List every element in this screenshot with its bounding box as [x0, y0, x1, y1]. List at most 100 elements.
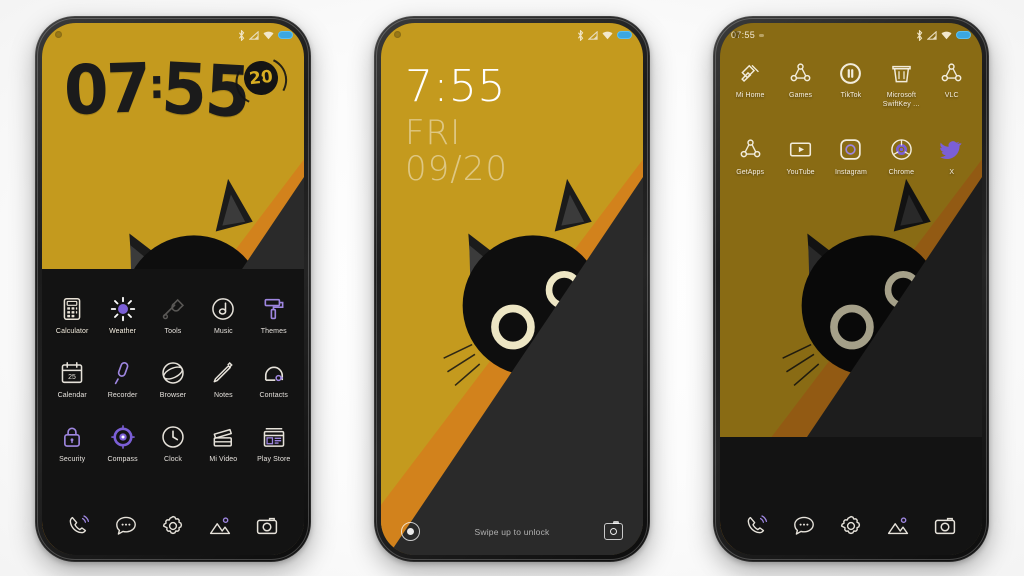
- camera-icon[interactable]: [254, 513, 280, 539]
- youtube-play-icon: [787, 136, 815, 164]
- app-label: VLC: [944, 92, 959, 99]
- settings-gear-icon[interactable]: [160, 513, 186, 539]
- lock-date: 09/20: [405, 149, 508, 190]
- pencil-icon: [209, 359, 237, 387]
- status-bar: [42, 23, 304, 47]
- app-recorder[interactable]: Recorder: [99, 359, 147, 401]
- app-label: Notes: [213, 391, 233, 399]
- app-label: Microsoft SwiftKey …: [882, 92, 920, 108]
- keyboard-basket-icon: [887, 59, 915, 87]
- app-games[interactable]: Games: [777, 59, 825, 110]
- status-bar: 07:55: [720, 23, 982, 47]
- lock-time: 7:55: [405, 61, 506, 112]
- front-camera-punch-hole: [55, 31, 62, 38]
- screen-home[interactable]: 07:55 20 Calculator Weather Tools Music …: [42, 23, 304, 555]
- vlc-cone-icon: [938, 59, 966, 87]
- music-note-circle-icon: [209, 295, 237, 323]
- app-play-store[interactable]: Play Store: [250, 423, 298, 465]
- weather-sun-icon: [109, 295, 137, 323]
- app-label: Browser: [159, 391, 187, 399]
- app-mi-video[interactable]: Mi Video: [199, 423, 247, 465]
- app-notes[interactable]: Notes: [199, 359, 247, 401]
- scene: 25: [0, 0, 1024, 576]
- app-label: GetApps: [736, 168, 765, 176]
- app-calculator[interactable]: Calculator: [48, 295, 96, 337]
- screen-lock[interactable]: 7:55 FRI 09/20 Swipe up to unlock: [381, 23, 643, 555]
- app-getapps[interactable]: GetApps: [726, 136, 774, 178]
- app-label: TikTok: [840, 92, 862, 99]
- app-label: X: [949, 168, 955, 176]
- app-label: YouTube: [786, 168, 815, 176]
- drawer-row-1: Mi Home Games TikTok Microsoft SwiftKey …: [720, 59, 982, 110]
- contacts-icon: [260, 359, 288, 387]
- signal-icon: [927, 30, 937, 40]
- screen-app-drawer[interactable]: 07:55 Mi Home Games TikTok Microsoft Swi…: [720, 23, 982, 555]
- bluetooth-icon: [916, 29, 923, 41]
- app-x[interactable]: X: [928, 136, 976, 178]
- app-youtube[interactable]: YouTube: [777, 136, 825, 178]
- microphone-icon: [109, 359, 137, 387]
- app-microsoft-swiftkey[interactable]: Microsoft SwiftKey …: [877, 59, 925, 110]
- app-browser[interactable]: Browser: [149, 359, 197, 401]
- clapperboard-icon: [209, 423, 237, 451]
- settings-gear-icon[interactable]: [838, 513, 864, 539]
- app-security[interactable]: Security: [48, 423, 96, 465]
- app-calendar[interactable]: Calendar: [48, 359, 96, 401]
- app-tools[interactable]: Tools: [149, 295, 197, 337]
- app-instagram[interactable]: Instagram: [827, 136, 875, 178]
- battery-icon: [956, 31, 971, 39]
- phone-home-screen: 07:55 20 Calculator Weather Tools Music …: [35, 16, 311, 562]
- app-row-3: Security Compass Clock Mi Video Play Sto…: [42, 423, 304, 465]
- gallery-icon[interactable]: [207, 513, 233, 539]
- gallery-icon[interactable]: [885, 513, 911, 539]
- drawer-app-grid: Mi Home Games TikTok Microsoft SwiftKey …: [720, 59, 982, 191]
- bluetooth-icon: [577, 29, 584, 41]
- app-weather[interactable]: Weather: [99, 295, 147, 337]
- app-label: Calculator: [55, 328, 89, 335]
- messages-icon[interactable]: [791, 513, 817, 539]
- drawer-dock: [720, 513, 982, 539]
- unlock-hint: Swipe up to unlock: [474, 526, 550, 537]
- front-camera-punch-hole: [394, 31, 401, 38]
- app-label: Recorder: [107, 391, 138, 399]
- camera-icon[interactable]: [932, 513, 958, 539]
- lock-date-block: FRI 09/20: [405, 115, 508, 188]
- app-clock[interactable]: Clock: [149, 423, 197, 465]
- status-bar: [381, 23, 643, 47]
- chrome-icon: [887, 136, 915, 164]
- wifi-icon: [263, 31, 274, 40]
- clock-minutes: 55: [159, 48, 251, 135]
- app-mi-home[interactable]: Mi Home: [726, 59, 774, 110]
- games-hub-icon: [787, 59, 815, 87]
- app-themes[interactable]: Themes: [250, 295, 298, 337]
- app-tiktok[interactable]: TikTok: [827, 59, 875, 110]
- app-music[interactable]: Music: [199, 295, 247, 337]
- instagram-icon: [837, 136, 865, 164]
- app-contacts[interactable]: Contacts: [250, 359, 298, 401]
- app-label: Contacts: [259, 391, 288, 399]
- status-bar-right: [577, 29, 632, 41]
- app-label: Mi Home: [735, 92, 765, 99]
- phone-icon[interactable]: [66, 513, 92, 539]
- app-label: Games: [789, 92, 813, 99]
- phone-icon[interactable]: [744, 513, 770, 539]
- status-bar-right: [238, 29, 293, 41]
- drawer-row-2: GetApps YouTube Instagram Chrome X: [720, 136, 982, 178]
- app-compass[interactable]: Compass: [99, 423, 147, 465]
- clock-icon: [159, 423, 187, 451]
- app-chrome[interactable]: Chrome: [877, 136, 925, 178]
- lock-weekday: FRI: [405, 113, 462, 153]
- phone-lock-screen: 7:55 FRI 09/20 Swipe up to unlock: [374, 16, 650, 562]
- app-label: Clock: [163, 455, 182, 463]
- app-label: Tools: [164, 328, 182, 335]
- wifi-icon: [602, 31, 613, 40]
- app-row-2: Calendar Recorder Browser Notes Contacts: [42, 359, 304, 401]
- signal-icon: [588, 30, 598, 40]
- camera-icon[interactable]: [603, 520, 623, 540]
- app-vlc[interactable]: VLC: [928, 59, 976, 110]
- messages-icon[interactable]: [113, 513, 139, 539]
- date-badge: 20: [242, 59, 280, 97]
- flashlight-icon[interactable]: [401, 522, 420, 541]
- globe-icon: [159, 359, 187, 387]
- lock-bottom-bar: Swipe up to unlock: [381, 520, 643, 541]
